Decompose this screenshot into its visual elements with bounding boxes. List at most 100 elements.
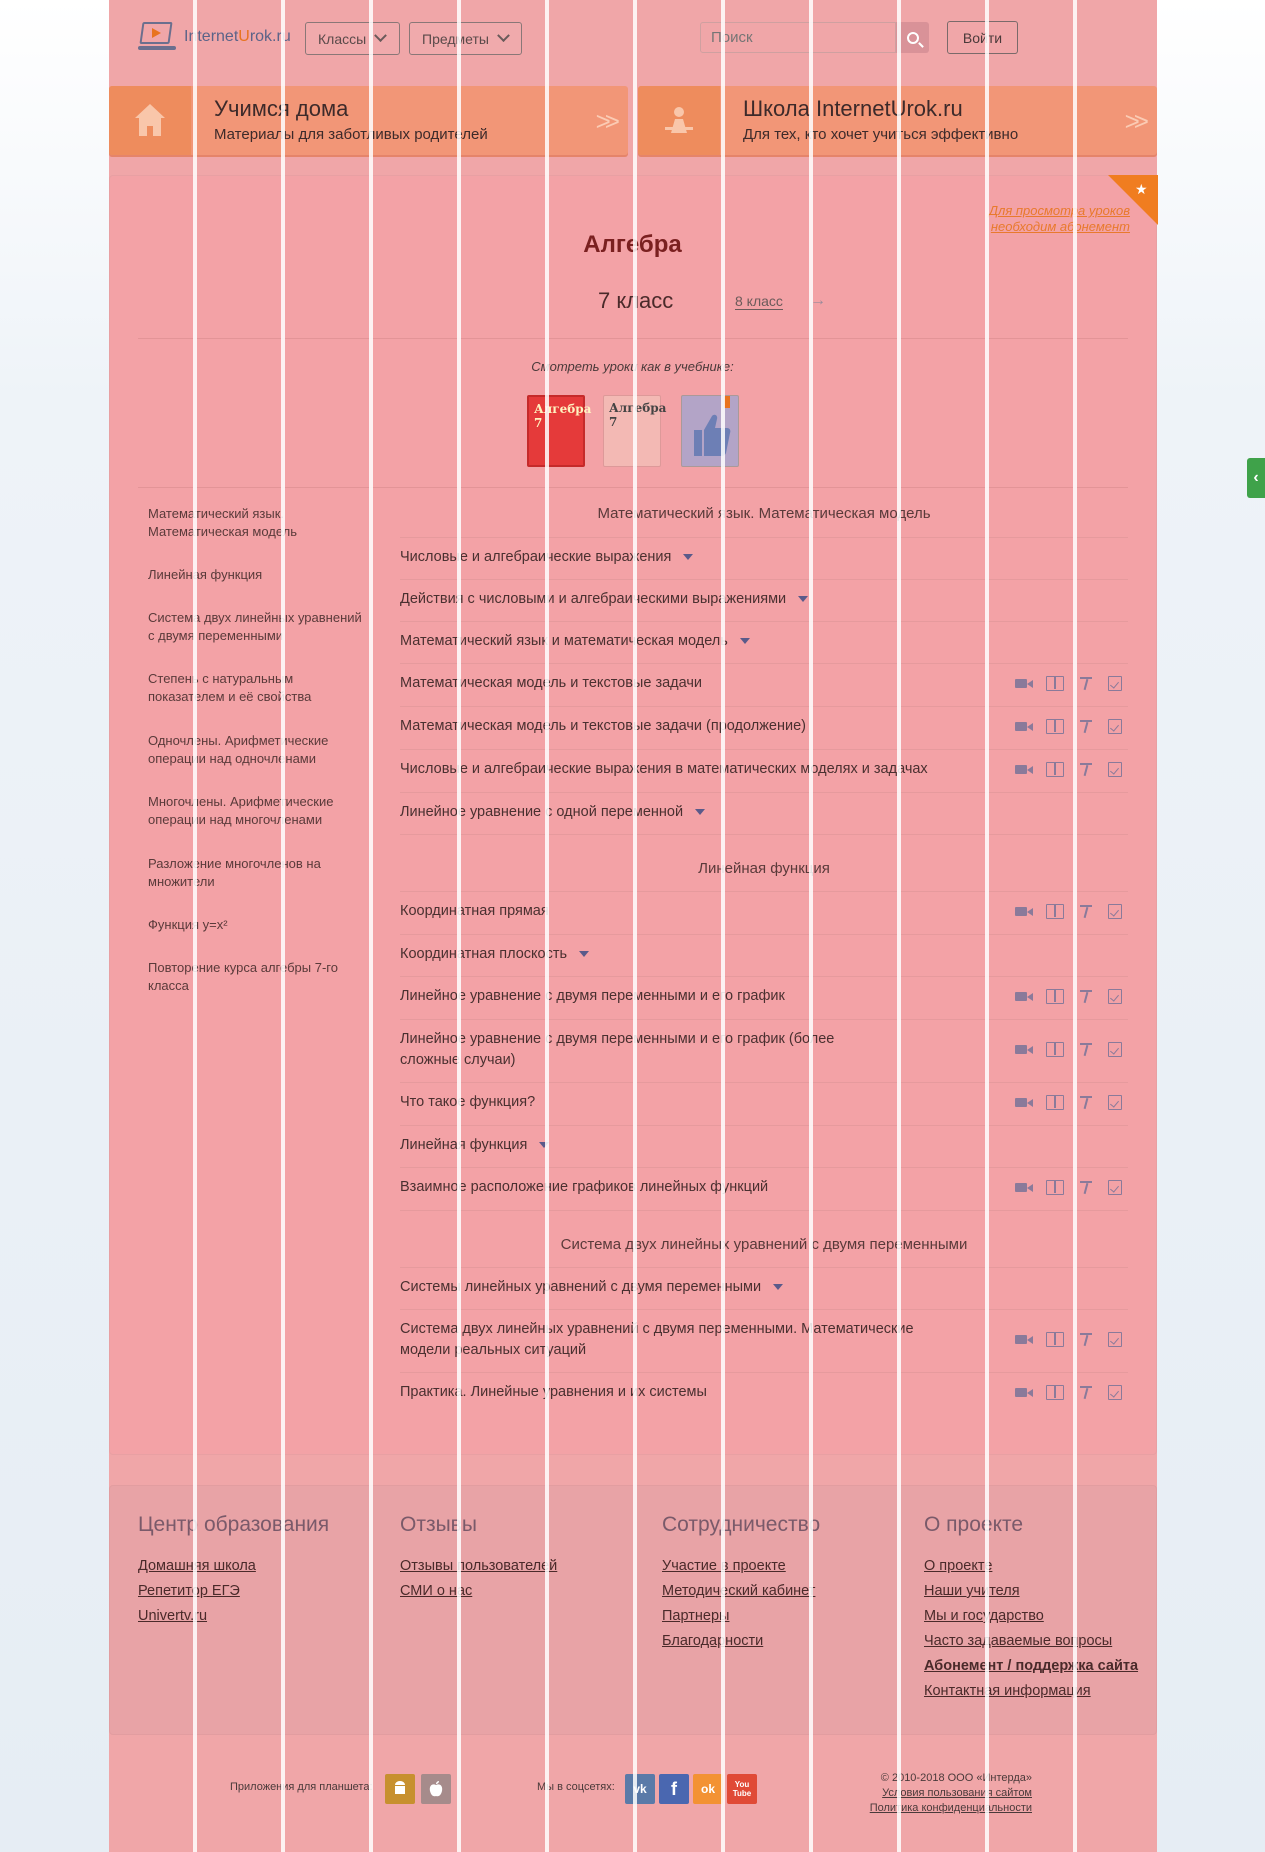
banner-school[interactable]: Школа InternetUrok.ru Для тех, кто хочет…: [638, 86, 1157, 155]
search-button[interactable]: [896, 22, 929, 53]
test-icon[interactable]: [1108, 1385, 1122, 1400]
banner-home-learning[interactable]: Учимся дома Материалы для заботливых род…: [109, 86, 628, 155]
video-icon[interactable]: [1015, 719, 1033, 734]
test-icon[interactable]: [1108, 1042, 1122, 1057]
next-grade-link[interactable]: 8 класс: [735, 293, 783, 310]
footer-link[interactable]: Участие в проекте: [662, 1557, 820, 1576]
trainer-icon[interactable]: [1077, 1332, 1095, 1347]
footer-link[interactable]: Отзывы пользователей: [400, 1557, 557, 1576]
trainer-icon[interactable]: [1077, 719, 1095, 734]
sidebar-item[interactable]: Математический язык. Математическая моде…: [148, 505, 363, 541]
summary-icon[interactable]: [1046, 719, 1064, 734]
footer-link[interactable]: Репетитор ЕГЭ: [138, 1582, 329, 1601]
footer-link[interactable]: Домашняя школа: [138, 1557, 329, 1576]
privacy-link[interactable]: Политика конфиденциальности: [840, 1801, 1032, 1816]
test-icon[interactable]: [1108, 989, 1122, 1004]
summary-icon[interactable]: [1046, 1095, 1064, 1110]
sidebar-item[interactable]: Повторение курса алгебры 7-го класса: [148, 959, 363, 995]
sidebar-item[interactable]: Функция y=x²: [148, 916, 363, 934]
lesson-row[interactable]: Линейная функция: [400, 1135, 1128, 1156]
footer-link[interactable]: О проекте: [924, 1557, 1138, 1576]
trainer-icon[interactable]: [1077, 989, 1095, 1004]
trainer-icon[interactable]: [1077, 1042, 1095, 1057]
login-button[interactable]: Войти: [947, 21, 1018, 54]
video-icon[interactable]: [1015, 904, 1033, 919]
sidebar-item[interactable]: Одночлены. Арифметические операции над о…: [148, 732, 363, 768]
site-logo[interactable]: InternetUrok.ru: [138, 20, 291, 54]
footer-link[interactable]: Часто задаваемые вопросы: [924, 1632, 1138, 1651]
odnoklassniki-icon[interactable]: ok: [693, 1774, 723, 1804]
lesson-row[interactable]: Математический язык и математическая мод…: [400, 631, 1128, 652]
trainer-icon[interactable]: [1077, 904, 1095, 919]
video-icon[interactable]: [1015, 1385, 1033, 1400]
caret-down-icon[interactable]: [579, 951, 590, 958]
trainer-icon[interactable]: [1077, 1095, 1095, 1110]
footer-link[interactable]: Наши учителя: [924, 1582, 1138, 1601]
footer-link[interactable]: Абонемент / поддержка сайта: [924, 1657, 1138, 1676]
test-icon[interactable]: [1108, 676, 1122, 691]
summary-icon[interactable]: [1046, 762, 1064, 777]
summary-icon[interactable]: [1046, 1385, 1064, 1400]
side-panel-toggle[interactable]: ‹: [1247, 458, 1265, 498]
sidebar-item[interactable]: Система двух линейных уравнений с двумя …: [148, 609, 363, 645]
textbook-cover-algebra-1[interactable]: Алгебра 7: [527, 395, 591, 467]
summary-icon[interactable]: [1046, 676, 1064, 691]
video-icon[interactable]: [1015, 1332, 1033, 1347]
summary-icon[interactable]: [1046, 1042, 1064, 1057]
test-icon[interactable]: [1108, 719, 1122, 734]
terms-link[interactable]: Условия пользования сайтом: [840, 1786, 1032, 1801]
textbook-cover-algebra-2[interactable]: Алгебра 7: [603, 395, 666, 467]
lesson-row[interactable]: Координатная плоскость: [400, 944, 1128, 965]
sidebar-item[interactable]: Линейная функция: [148, 566, 363, 584]
youtube-icon[interactable]: You Tube: [727, 1774, 757, 1804]
footer-link[interactable]: Благодарности: [662, 1632, 820, 1651]
summary-icon[interactable]: [1046, 1180, 1064, 1195]
summary-icon[interactable]: [1046, 1332, 1064, 1347]
vk-icon[interactable]: vk: [625, 1774, 655, 1804]
test-icon[interactable]: [1108, 1332, 1122, 1347]
trainer-icon[interactable]: [1077, 1180, 1095, 1195]
video-icon[interactable]: [1015, 1180, 1033, 1195]
lesson-row[interactable]: Числовые и алгебраические выражения: [400, 547, 1128, 568]
arrow-right-icon[interactable]: →: [810, 292, 826, 310]
subjects-dropdown[interactable]: Предметы: [409, 22, 522, 55]
caret-down-icon[interactable]: [539, 1142, 550, 1149]
footer-link[interactable]: Univertv.ru: [138, 1607, 329, 1626]
video-icon[interactable]: [1015, 1042, 1033, 1057]
test-icon[interactable]: [1108, 1095, 1122, 1110]
test-icon[interactable]: [1108, 762, 1122, 777]
footer-link[interactable]: Мы и государство: [924, 1607, 1138, 1626]
caret-down-icon[interactable]: [739, 638, 750, 645]
apple-icon[interactable]: [421, 1774, 451, 1804]
android-icon[interactable]: [385, 1774, 415, 1804]
test-icon[interactable]: [1108, 1180, 1122, 1195]
caret-down-icon[interactable]: [773, 1284, 784, 1291]
summary-icon[interactable]: [1046, 989, 1064, 1004]
facebook-icon[interactable]: f: [659, 1774, 689, 1804]
sidebar-item[interactable]: Степень с натуральным показателем и её с…: [148, 670, 363, 706]
footer-link[interactable]: Контактная информация: [924, 1682, 1138, 1701]
lesson-row[interactable]: Действия с числовыми и алгебраическими в…: [400, 589, 1128, 610]
video-icon[interactable]: [1015, 989, 1033, 1004]
classes-dropdown[interactable]: Классы: [305, 22, 400, 55]
lesson-row[interactable]: Системы линейных уравнений с двумя перем…: [400, 1277, 1128, 1298]
video-icon[interactable]: [1015, 676, 1033, 691]
sidebar-item[interactable]: Многочлены. Арифметические операции над …: [148, 793, 363, 829]
video-icon[interactable]: [1015, 1095, 1033, 1110]
search-input[interactable]: [700, 22, 896, 53]
summary-icon[interactable]: [1046, 904, 1064, 919]
trainer-icon[interactable]: [1077, 762, 1095, 777]
footer-link[interactable]: Партнеры: [662, 1607, 820, 1626]
test-icon[interactable]: [1108, 904, 1122, 919]
trainer-icon[interactable]: [1077, 1385, 1095, 1400]
lesson-row[interactable]: Система двух линейных уравнений с двумя …: [400, 1319, 920, 1361]
footer-link[interactable]: СМИ о нас: [400, 1582, 557, 1601]
thumbs-up-textbook-icon[interactable]: [681, 395, 739, 467]
trainer-icon[interactable]: [1077, 676, 1095, 691]
caret-down-icon[interactable]: [683, 554, 694, 561]
caret-down-icon[interactable]: [798, 596, 809, 603]
sidebar-item[interactable]: Разложение многочленов на множители: [148, 855, 363, 891]
lesson-row[interactable]: Линейное уравнение с двумя переменными и…: [400, 1029, 870, 1071]
lesson-row[interactable]: Линейное уравнение с одной переменной: [400, 802, 1128, 823]
footer-link[interactable]: Методический кабинет: [662, 1582, 820, 1601]
